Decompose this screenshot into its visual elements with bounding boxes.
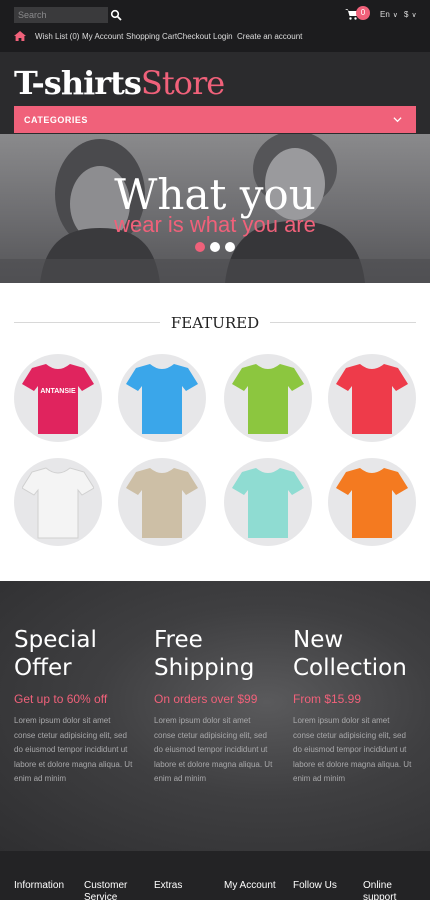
- carousel-dot-3[interactable]: [225, 242, 235, 252]
- logo-light: Store: [140, 64, 225, 102]
- promo-title-line1: Free: [154, 627, 203, 653]
- tshirt-icon: [22, 467, 94, 539]
- logo-bold: T-shirts: [14, 64, 142, 102]
- hero-subtitle: wear is what you are: [114, 212, 316, 237]
- footer-customer-service[interactable]: Customer Service: [84, 880, 144, 900]
- promo-subtitle: On orders over $99: [154, 692, 258, 706]
- language-selector[interactable]: En ∨: [380, 10, 398, 19]
- tshirt-icon: [232, 468, 304, 538]
- promo-subtitle: Get up to 60% off: [14, 692, 108, 706]
- site-logo[interactable]: T-shirtsStore: [14, 64, 225, 102]
- home-icon[interactable]: [14, 31, 26, 41]
- tshirt-icon: [126, 468, 198, 538]
- nav-checkout[interactable]: Checkout: [177, 32, 211, 41]
- tshirt-icon: [22, 364, 94, 434]
- product-thumbnail[interactable]: [328, 354, 416, 442]
- featured-title: FEATURED: [160, 313, 270, 333]
- product-thumbnail[interactable]: [118, 458, 206, 546]
- featured-section: FEATURED ANTANSIE: [0, 283, 430, 581]
- footer: Information Customer Service Extras My A…: [0, 851, 430, 900]
- footer-online-support[interactable]: Online support: [363, 880, 423, 900]
- tshirt-icon: [336, 364, 408, 434]
- product-thumbnail[interactable]: [328, 458, 416, 546]
- promo-title-line1: Special: [14, 627, 97, 653]
- tshirt-icon: [126, 364, 198, 434]
- nav-login[interactable]: Login: [213, 32, 233, 41]
- promo-new-collection[interactable]: New Collection From $15.99 Lorem ipsum d…: [293, 626, 413, 787]
- chevron-down-icon: ∨: [411, 12, 417, 19]
- promo-title-line2: Shipping: [154, 655, 255, 681]
- tshirt-print-text: ANTANSIE: [40, 388, 76, 395]
- nav-my-account[interactable]: My Account: [82, 32, 123, 41]
- promo-subtitle: From $15.99: [293, 692, 362, 706]
- footer-my-account[interactable]: My Account: [224, 880, 276, 892]
- hero-banner[interactable]: What you wear is what you are: [0, 134, 430, 283]
- promo-text: Lorem ipsum dolor sit amet conse ctetur …: [293, 716, 412, 783]
- product-thumbnail[interactable]: [118, 354, 206, 442]
- promo-title-line1: New: [293, 627, 344, 653]
- categories-label: CATEGORIES: [24, 115, 88, 125]
- promo-special-offer[interactable]: Special Offer Get up to 60% off Lorem ip…: [14, 626, 134, 787]
- carousel-dot-2[interactable]: [210, 242, 220, 252]
- footer-follow-us[interactable]: Follow Us: [293, 880, 337, 892]
- currency-selector[interactable]: $ ∨: [404, 10, 417, 19]
- top-nav: Wish List (0) My Account Shopping Cart C…: [0, 30, 430, 44]
- categories-dropdown[interactable]: CATEGORIES: [14, 106, 416, 133]
- search-icon[interactable]: [110, 8, 122, 22]
- product-thumbnail[interactable]: [224, 354, 312, 442]
- product-thumbnail[interactable]: [14, 458, 102, 546]
- cart-count-badge[interactable]: 0: [356, 6, 370, 20]
- product-thumbnail[interactable]: ANTANSIE: [14, 354, 102, 442]
- language-label: En: [380, 10, 390, 19]
- promo-title-line2: Collection: [293, 655, 407, 681]
- promo-free-shipping[interactable]: Free Shipping On orders over $99 Lorem i…: [154, 626, 274, 787]
- currency-label: $: [404, 10, 409, 19]
- chevron-down-icon: [393, 117, 402, 123]
- carousel-dot-1[interactable]: [195, 242, 205, 252]
- nav-shopping-cart[interactable]: Shopping Cart: [126, 32, 177, 41]
- nav-create-account[interactable]: Create an account: [237, 32, 302, 41]
- footer-extras[interactable]: Extras: [154, 880, 182, 892]
- chevron-down-icon: ∨: [392, 12, 398, 19]
- top-bar: 0 En∨ $∨ Wish List (0) My Account Shoppi…: [0, 0, 430, 52]
- promo-title-line2: Offer: [14, 655, 72, 681]
- search-input[interactable]: [14, 7, 108, 23]
- tshirt-icon: [232, 364, 304, 434]
- promo-section: Special Offer Get up to 60% off Lorem ip…: [0, 581, 430, 851]
- product-thumbnail[interactable]: [224, 458, 312, 546]
- footer-information[interactable]: Information: [14, 880, 64, 892]
- nav-wish-list[interactable]: Wish List (0): [35, 32, 79, 41]
- tshirt-icon: [336, 468, 408, 538]
- promo-text: Lorem ipsum dolor sit amet conse ctetur …: [14, 716, 133, 783]
- promo-text: Lorem ipsum dolor sit amet conse ctetur …: [154, 716, 273, 783]
